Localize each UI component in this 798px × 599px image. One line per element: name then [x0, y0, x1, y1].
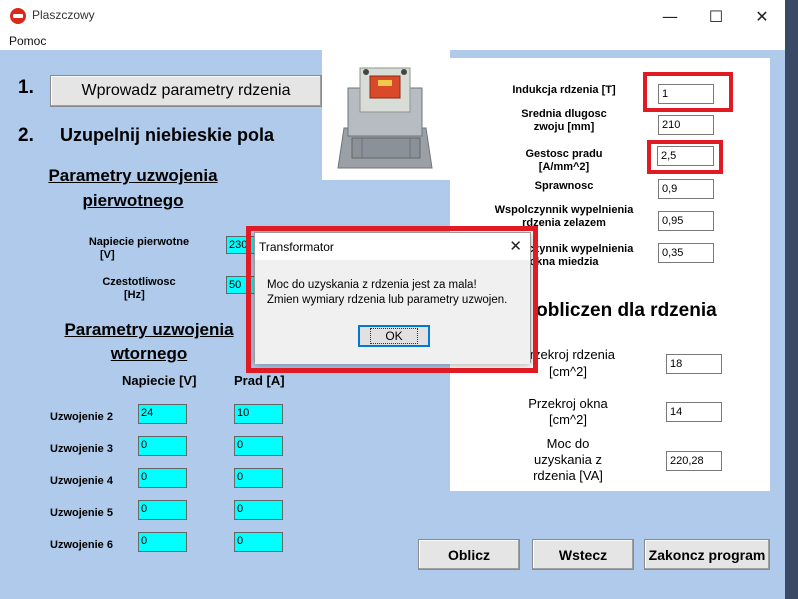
main-window: Plaszczowy — ☐ ✕ Pomoc 1. Wprowadz param… [0, 0, 785, 599]
iron-fill-input[interactable]: 0,95 [658, 211, 714, 231]
power-label-line2: uzyskania z [534, 452, 602, 467]
calculate-button[interactable]: Oblicz [418, 539, 520, 570]
menu-item-help[interactable]: Pomoc [9, 34, 46, 48]
iron-fill-label-line1: Wspolczynnik wypelnienia [494, 204, 634, 216]
winding-2-voltage-input[interactable]: 24 [138, 404, 187, 424]
title-bar[interactable]: Plaszczowy — ☐ ✕ [0, 0, 785, 32]
transformer-image [322, 50, 450, 180]
winding-4-label: Uzwojenie 4 [50, 475, 113, 487]
winding-2-current-input[interactable]: 10 [234, 404, 283, 424]
step2-number: 2. [18, 125, 34, 146]
winding-2-label: Uzwojenie 2 [50, 411, 113, 423]
current-density-label-line2: [A/mm^2] [538, 161, 590, 173]
secondary-current-header: Prad [A] [234, 373, 285, 388]
core-section-output: 18 [666, 354, 722, 374]
power-label-line3: rdzenia [VA] [533, 468, 603, 483]
exit-program-button[interactable]: Zakoncz program [644, 539, 770, 570]
winding-3-voltage-input[interactable]: 0 [138, 436, 187, 456]
winding-4-current-input[interactable]: 0 [234, 468, 283, 488]
current-density-label-line1: Gestosc pradu [525, 148, 603, 160]
primary-voltage-label-line1: Napiecie pierwotne [88, 236, 190, 248]
menu-bar: Pomoc [0, 32, 785, 50]
step1-number: 1. [18, 77, 34, 98]
winding-5-label: Uzwojenie 5 [50, 507, 113, 519]
window-title: Plaszczowy [32, 8, 95, 22]
induction-highlight [643, 72, 733, 112]
efficiency-label: Sprawnosc [534, 180, 594, 192]
minimize-icon[interactable]: — [647, 0, 693, 32]
primary-title-line2: pierwotnego [82, 191, 184, 210]
app-icon [10, 8, 26, 24]
winding-6-current-input[interactable]: 0 [234, 532, 283, 552]
efficiency-input[interactable]: 0,9 [658, 179, 714, 199]
maximize-icon[interactable]: ☐ [693, 0, 739, 32]
window-section-label-line2: [cm^2] [549, 412, 587, 427]
close-icon[interactable]: ✕ [739, 0, 785, 32]
current-density-highlight [647, 140, 723, 174]
transformer-picture [337, 67, 433, 169]
primary-freq-label-line2: [Hz] [124, 289, 145, 301]
step2-instruction: Uzupelnij niebieskie pola [60, 125, 275, 145]
dialog-highlight [246, 226, 538, 373]
power-output: 220,28 [666, 451, 722, 471]
window-section-label-line1: Przekroj okna [528, 396, 608, 411]
enter-core-params-button[interactable]: Wprowadz parametry rdzenia [50, 75, 322, 107]
secondary-voltage-header: Napiecie [V] [122, 373, 197, 388]
secondary-title-line2: wtornego [110, 344, 188, 363]
copper-fill-input[interactable]: 0,35 [658, 243, 714, 263]
window-section-output: 14 [666, 402, 722, 422]
winding-5-current-input[interactable]: 0 [234, 500, 283, 520]
avg-length-label-line2: zwoju [mm] [533, 121, 595, 133]
winding-3-label: Uzwojenie 3 [50, 443, 113, 455]
back-button[interactable]: Wstecz [532, 539, 634, 570]
secondary-title-line1: Parametry uzwojenia [64, 320, 234, 339]
avg-length-input[interactable]: 210 [658, 115, 714, 135]
winding-6-label: Uzwojenie 6 [50, 539, 113, 551]
winding-6-voltage-input[interactable]: 0 [138, 532, 187, 552]
winding-4-voltage-input[interactable]: 0 [138, 468, 187, 488]
primary-freq-label-line1: Czestotliwosc [102, 276, 176, 288]
primary-voltage-label-line2: [V] [100, 249, 115, 261]
primary-title-line1: Parametry uzwojenia [48, 166, 218, 185]
power-label-line1: Moc do [546, 436, 590, 451]
winding-5-voltage-input[interactable]: 0 [138, 500, 187, 520]
avg-length-label-line1: Srednia dlugosc [521, 108, 607, 120]
winding-3-current-input[interactable]: 0 [234, 436, 283, 456]
induction-label: Indukcja rdzenia [T] [512, 84, 616, 96]
